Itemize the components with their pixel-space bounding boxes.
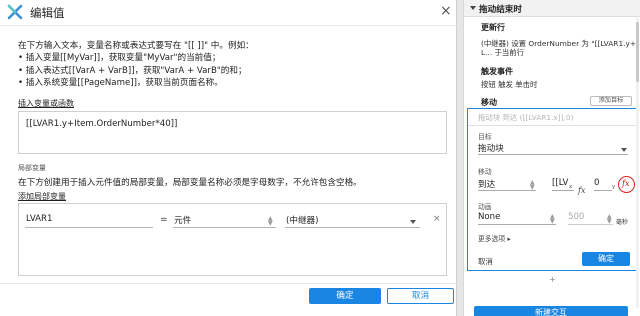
divider xyxy=(468,125,636,126)
app-root: 编辑值 × 在下方输入文本，变量名称或表达式要写在 "[[ ]]" 中。例如： … xyxy=(0,0,640,316)
move-confirm-button[interactable]: 确定 xyxy=(582,252,630,266)
fx-icon[interactable]: fx xyxy=(622,179,629,188)
local-variables-description: 在下方创建用于插入元件值的局部变量，局部变量名称必须是字母数字，不允许包含空格。 xyxy=(18,178,362,188)
event-header[interactable]: 拖动结束时 xyxy=(464,0,640,17)
add-local-variable-link[interactable]: 添加局部变量 xyxy=(18,191,66,202)
scrollbar-thumb[interactable] xyxy=(636,22,639,82)
move-type-select[interactable]: 到达 xyxy=(478,178,536,191)
update-row-line: (中继器) 设置 OrderNumber 为 "[[LVAR1.y+ xyxy=(481,39,637,48)
instruction-line: • 插入系统变量[[PageName]]，获取当前页面名称。 xyxy=(18,77,223,88)
ok-button[interactable]: 确定 xyxy=(309,288,381,304)
chevron-down-icon[interactable] xyxy=(410,220,416,224)
chevron-down-icon[interactable] xyxy=(621,148,627,152)
axure-logo-icon xyxy=(7,4,23,20)
dialog-title: 编辑值 xyxy=(30,6,65,20)
instructions: 在下方输入文本，变量名称或表达式要写在 "[[ ]]" 中。例如： • 插入变量… xyxy=(18,40,254,89)
select-arrows-icon: ▲ ▼ xyxy=(268,215,273,227)
y-suffix: y xyxy=(612,184,616,190)
insert-variable-link[interactable]: 插入变量或函数 xyxy=(18,98,74,109)
move-cancel-link[interactable]: 取消 xyxy=(478,256,493,267)
more-options-link[interactable]: 更多选项 ▸ xyxy=(478,233,511,243)
expression-text: [[LVAR1.y+Item.OrderNumber*40]] xyxy=(26,119,178,129)
new-interaction-button[interactable]: 新建交互 xyxy=(474,306,628,316)
update-row-title[interactable]: 更新行 xyxy=(481,22,505,33)
select-arrows-icon: ▲ ▼ xyxy=(530,179,535,191)
stepper-arrows-icon: ▲ ▼ xyxy=(607,213,612,225)
instruction-line: • 插入变量[[MyVar]]，获取变量"MyVar"的当前值； xyxy=(18,53,221,64)
instruction-line: • 插入表达式[[VarA + VarB]]，获取"VarA + VarB"的和… xyxy=(18,65,247,76)
delete-variable-icon[interactable]: × xyxy=(433,214,441,224)
animation-label: 动画 xyxy=(478,203,492,211)
fx-icon[interactable]: fx xyxy=(578,186,585,195)
trigger-event-title[interactable]: 触发事件 xyxy=(481,66,513,77)
local-variables-heading: 局部变量 xyxy=(18,164,46,172)
select-arrows-icon: ▲ ▼ xyxy=(550,213,555,225)
close-icon[interactable]: × xyxy=(440,3,452,19)
move-action-editor: 拖动块 到达 ([[LVAR1.x]],0) 目标 拖动块 移动 到达 ▲ ▼ [… xyxy=(467,108,638,271)
update-row-description: (中继器) 设置 OrderNumber 为 "[[LVAR1.y+ L... … xyxy=(481,39,636,58)
event-title: 拖动结束时 xyxy=(479,5,522,15)
plus-icon[interactable]: + xyxy=(549,275,556,284)
duration-unit: 毫秒 xyxy=(616,219,629,226)
local-variables-list: LVAR1 = 元件 ▲ ▼ (中继器) × xyxy=(18,203,447,276)
target-select[interactable]: 拖动块 xyxy=(478,142,628,155)
instruction-line: 在下方输入文本，变量名称或表达式要写在 "[[ ]]" 中。例如： xyxy=(18,41,254,51)
y-value-input[interactable]: 0 xyxy=(594,178,612,191)
target-label: 目标 xyxy=(478,133,492,141)
dialog-header: 编辑值 × xyxy=(0,0,457,26)
caret-down-icon xyxy=(470,6,476,10)
animation-select[interactable]: None xyxy=(478,212,556,225)
footer-divider xyxy=(0,283,457,284)
x-suffix: x xyxy=(569,184,573,190)
add-target-button[interactable]: 添加目标 xyxy=(590,96,632,106)
equals-sign: = xyxy=(160,215,168,225)
local-variable-target-select[interactable]: (中继器) xyxy=(285,214,420,228)
expression-textarea[interactable]: [[LVAR1.y+Item.OrderNumber*40]] xyxy=(18,111,447,154)
cancel-button[interactable]: 取消 xyxy=(387,288,454,304)
local-variable-type-select[interactable]: 元件 xyxy=(173,214,276,228)
move-summary: 拖动块 到达 ([[LVAR1.x]],0) xyxy=(478,113,574,122)
trigger-event-description: 按钮 触发 单击时 xyxy=(481,80,538,89)
update-row-line: L... 于当前行 xyxy=(481,48,525,58)
local-variable-name-input[interactable]: LVAR1 xyxy=(25,214,153,228)
edit-value-dialog: 编辑值 × 在下方输入文本，变量名称或表达式要写在 "[[ ]]" 中。例如： … xyxy=(0,0,457,316)
move-action-title[interactable]: 移动 xyxy=(481,97,497,108)
move-label: 移动 xyxy=(478,168,492,176)
